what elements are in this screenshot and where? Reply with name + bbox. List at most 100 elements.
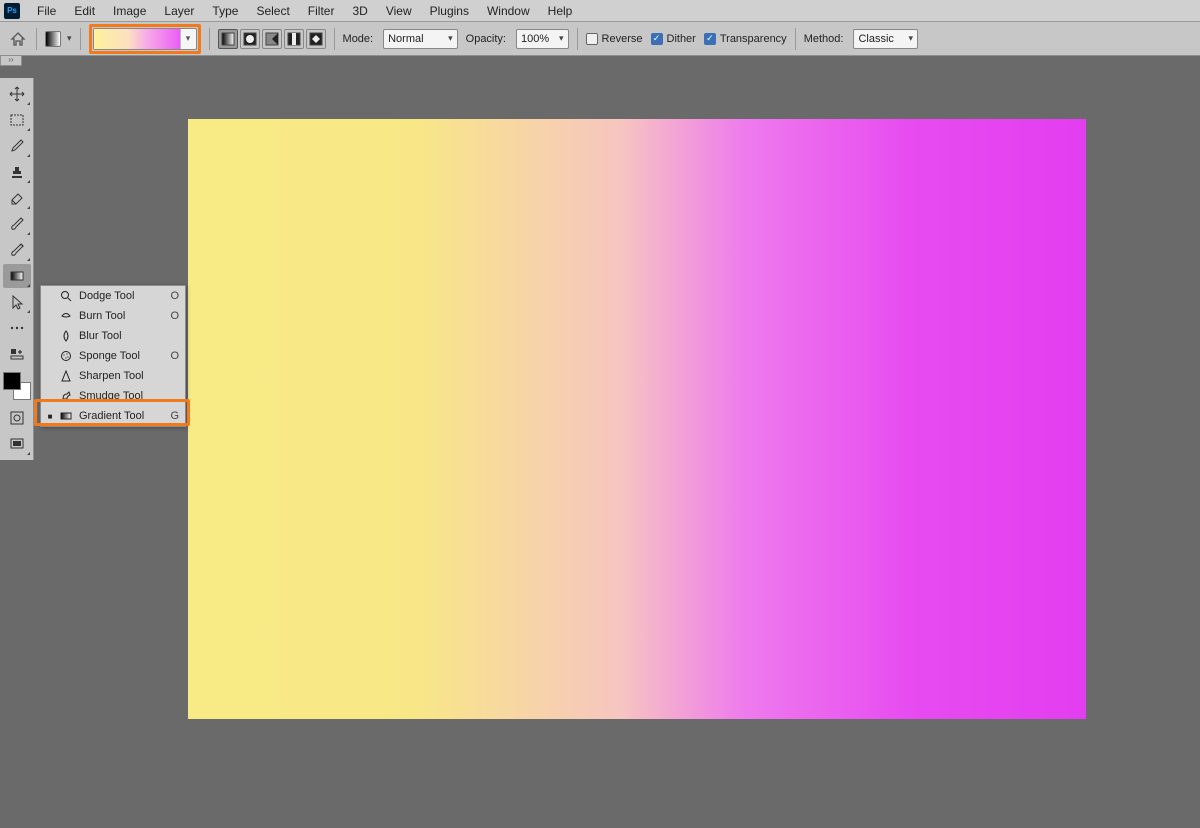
menu-edit[interactable]: Edit bbox=[65, 2, 104, 20]
flyout-label: Sharpen Tool bbox=[79, 370, 161, 382]
tool-flyout-menu: Dodge Tool O Burn Tool O Blur Tool Spong… bbox=[40, 285, 186, 427]
document-canvas[interactable] bbox=[188, 119, 1086, 719]
flyout-dodge-tool[interactable]: Dodge Tool O bbox=[41, 286, 185, 306]
active-dot-icon: ■ bbox=[47, 412, 53, 421]
separator bbox=[209, 28, 210, 50]
separator bbox=[334, 28, 335, 50]
path-select-tool[interactable] bbox=[3, 290, 31, 314]
quickmask-toggle[interactable] bbox=[3, 406, 31, 430]
reverse-checkbox[interactable]: Reverse bbox=[586, 33, 643, 45]
chevron-down-icon: ▾ bbox=[559, 33, 564, 44]
eyedropper-tool[interactable] bbox=[3, 134, 31, 158]
flyout-sharpen-tool[interactable]: Sharpen Tool bbox=[41, 366, 185, 386]
transparency-label: Transparency bbox=[720, 33, 787, 45]
dither-label: Dither bbox=[667, 33, 696, 45]
screenmode-toggle[interactable] bbox=[3, 432, 31, 456]
tool-preset-picker[interactable]: ▾ bbox=[45, 31, 72, 47]
gradient-reflected-button[interactable] bbox=[284, 29, 304, 49]
eraser-tool[interactable] bbox=[3, 186, 31, 210]
flyout-blur-tool[interactable]: Blur Tool bbox=[41, 326, 185, 346]
opacity-value: 100% bbox=[521, 33, 553, 45]
gradient-linear-button[interactable] bbox=[218, 29, 238, 49]
brush-tool[interactable] bbox=[3, 212, 31, 236]
history-brush-tool[interactable] bbox=[3, 238, 31, 262]
flyout-label: Sponge Tool bbox=[79, 350, 161, 362]
flyout-label: Smudge Tool bbox=[79, 390, 161, 402]
separator bbox=[577, 28, 578, 50]
method-select[interactable]: Classic ▾ bbox=[853, 29, 918, 49]
gradient-type-group bbox=[218, 29, 326, 49]
smudge-icon bbox=[59, 390, 73, 402]
flyout-shortcut: O bbox=[167, 350, 179, 362]
opacity-input[interactable]: 100% ▾ bbox=[516, 29, 569, 49]
menu-layer[interactable]: Layer bbox=[155, 2, 203, 20]
sponge-icon bbox=[59, 350, 73, 362]
menu-file[interactable]: File bbox=[28, 2, 65, 20]
method-label: Method: bbox=[804, 33, 844, 45]
gradient-picker-highlight: ▾ bbox=[89, 24, 201, 54]
panel-collapse-handle[interactable]: ›› bbox=[0, 56, 22, 66]
flyout-label: Dodge Tool bbox=[79, 290, 161, 302]
flyout-sponge-tool[interactable]: Sponge Tool O bbox=[41, 346, 185, 366]
mode-label: Mode: bbox=[343, 33, 374, 45]
flyout-label: Gradient Tool bbox=[79, 410, 161, 422]
mode-select[interactable]: Normal ▾ bbox=[383, 29, 458, 49]
chevron-down-icon: ▾ bbox=[908, 33, 913, 44]
more-tools[interactable] bbox=[3, 316, 31, 340]
flyout-shortcut: O bbox=[167, 310, 179, 322]
gradient-angle-button[interactable] bbox=[262, 29, 282, 49]
gradient-radial-button[interactable] bbox=[240, 29, 260, 49]
gradient-tool[interactable] bbox=[3, 264, 31, 288]
gradient-diamond-button[interactable] bbox=[306, 29, 326, 49]
gradient-picker[interactable]: ▾ bbox=[93, 28, 197, 50]
menu-bar: Ps File Edit Image Layer Type Select Fil… bbox=[0, 0, 1200, 22]
flyout-label: Blur Tool bbox=[79, 330, 161, 342]
separator bbox=[795, 28, 796, 50]
blur-icon bbox=[59, 330, 73, 342]
marquee-tool[interactable] bbox=[3, 108, 31, 132]
menu-filter[interactable]: Filter bbox=[299, 2, 344, 20]
app-logo-icon: Ps bbox=[4, 3, 20, 19]
chevron-down-icon: ▾ bbox=[67, 33, 72, 44]
flyout-shortcut: O bbox=[167, 290, 179, 302]
edit-toolbar[interactable] bbox=[3, 342, 31, 366]
gradient-preview-icon bbox=[94, 29, 180, 49]
menu-3d[interactable]: 3D bbox=[343, 2, 376, 20]
foreground-color-swatch[interactable] bbox=[3, 372, 21, 390]
move-tool[interactable] bbox=[3, 82, 31, 106]
tools-panel bbox=[0, 78, 34, 460]
flyout-smudge-tool[interactable]: Smudge Tool bbox=[41, 386, 185, 406]
reverse-label: Reverse bbox=[602, 33, 643, 45]
flyout-label: Burn Tool bbox=[79, 310, 161, 322]
checkbox-checked-icon: ✓ bbox=[651, 33, 663, 45]
sharpen-icon bbox=[59, 370, 73, 382]
mode-value: Normal bbox=[388, 33, 442, 45]
transparency-checkbox[interactable]: ✓ Transparency bbox=[704, 33, 787, 45]
options-bar: ▾ ▾ Mode: Normal ▾ Opacity: 100% ▾ Rever… bbox=[0, 22, 1200, 56]
chevron-down-icon: ▾ bbox=[180, 29, 196, 49]
checkbox-checked-icon: ✓ bbox=[704, 33, 716, 45]
burn-icon bbox=[59, 310, 73, 322]
flyout-shortcut: G bbox=[167, 410, 179, 422]
menu-view[interactable]: View bbox=[377, 2, 421, 20]
menu-select[interactable]: Select bbox=[247, 2, 298, 20]
checkbox-icon bbox=[586, 33, 598, 45]
separator bbox=[36, 28, 37, 50]
menu-plugins[interactable]: Plugins bbox=[421, 2, 478, 20]
menu-type[interactable]: Type bbox=[203, 2, 247, 20]
separator bbox=[80, 28, 81, 50]
menu-window[interactable]: Window bbox=[478, 2, 539, 20]
flyout-burn-tool[interactable]: Burn Tool O bbox=[41, 306, 185, 326]
color-swatches[interactable] bbox=[3, 372, 31, 400]
stamp-tool[interactable] bbox=[3, 160, 31, 184]
menu-image[interactable]: Image bbox=[104, 2, 155, 20]
flyout-gradient-tool[interactable]: ■ Gradient Tool G bbox=[41, 406, 185, 426]
dodge-icon bbox=[59, 290, 73, 302]
gradient-swatch-icon bbox=[45, 31, 61, 47]
home-icon[interactable] bbox=[8, 30, 28, 48]
opacity-label: Opacity: bbox=[466, 33, 506, 45]
chevron-down-icon: ▾ bbox=[448, 33, 453, 44]
method-value: Classic bbox=[858, 33, 902, 45]
menu-help[interactable]: Help bbox=[539, 2, 582, 20]
dither-checkbox[interactable]: ✓ Dither bbox=[651, 33, 696, 45]
